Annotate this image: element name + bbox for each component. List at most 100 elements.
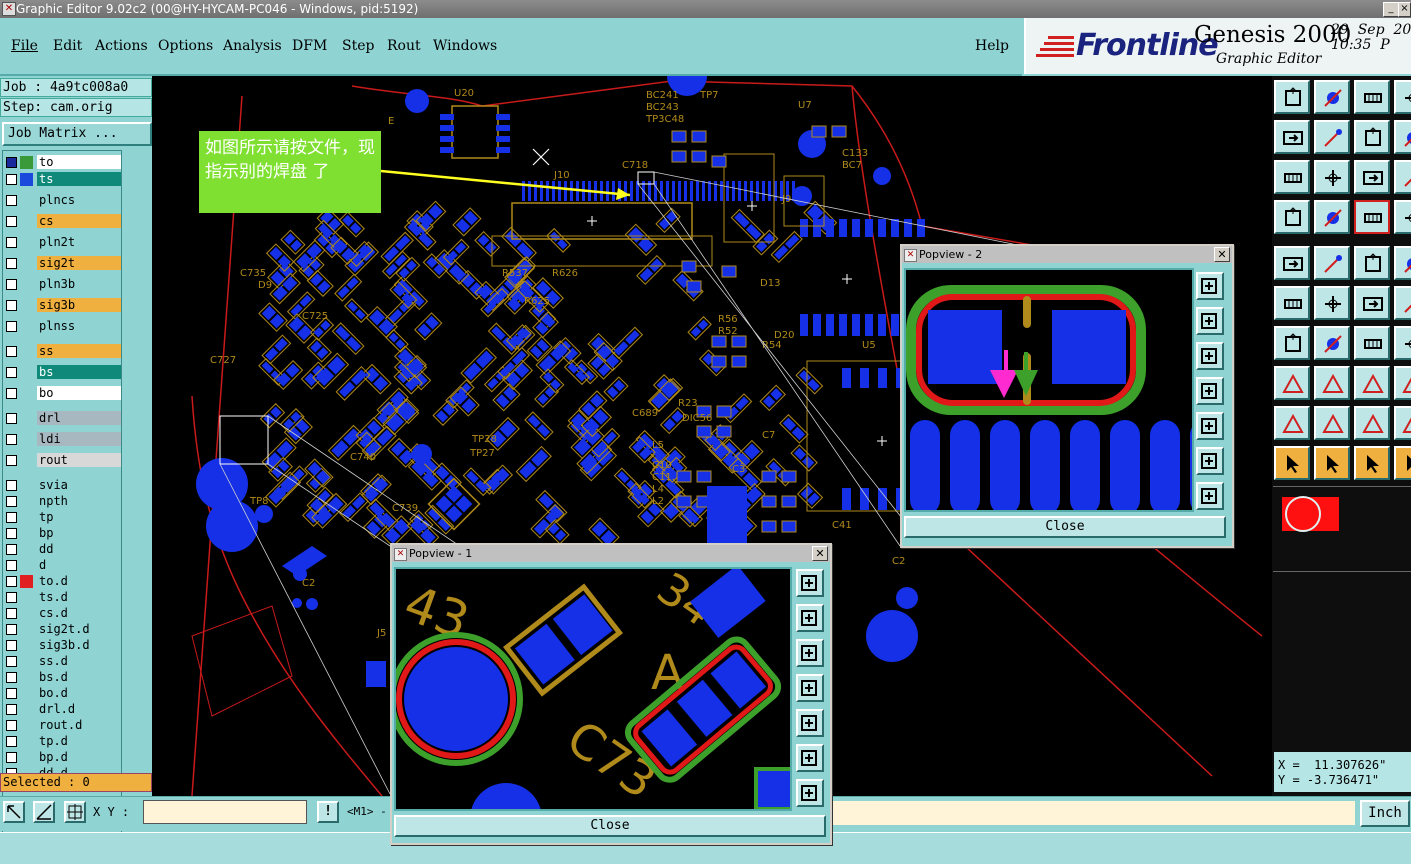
layer-row-sig2t.d[interactable]: sig2t.d <box>3 622 121 637</box>
layer-name[interactable]: rout <box>37 453 121 467</box>
layer-name[interactable]: bs <box>37 365 121 379</box>
layer-name[interactable]: to <box>37 155 121 169</box>
layer-row-bs.d[interactable]: bs.d <box>3 670 121 685</box>
layer-name[interactable]: pln3b <box>37 277 121 291</box>
minimize-button[interactable]: _ <box>1383 2 1399 17</box>
layer-checkbox[interactable] <box>6 480 17 491</box>
layer-checkbox[interactable] <box>6 720 17 731</box>
tri-icon[interactable] <box>1274 406 1310 440</box>
zoom-out-icon[interactable] <box>1196 342 1224 370</box>
layer-name[interactable]: pln2t <box>37 235 121 249</box>
layer-row-rout.d[interactable]: rout.d <box>3 718 121 733</box>
popview-2-close-icon[interactable]: ✕ <box>1214 247 1230 262</box>
center-view-icon[interactable] <box>796 779 824 807</box>
layer-name[interactable]: sig3b <box>37 298 121 312</box>
layer-name[interactable]: plncs <box>37 193 121 207</box>
node-icon[interactable] <box>1274 246 1310 280</box>
layer-name[interactable]: tp.d <box>37 734 121 748</box>
layer-checkbox[interactable] <box>6 216 17 227</box>
layer-row-dd[interactable]: dd <box>3 542 121 557</box>
layer-row-to.d[interactable]: to.d <box>3 574 121 589</box>
pan-left-icon[interactable] <box>1274 120 1310 154</box>
menu-analysis[interactable]: Analysis <box>223 38 282 54</box>
tool-icon[interactable] <box>1274 200 1310 234</box>
fill-mode-icon[interactable] <box>1314 246 1350 280</box>
zoom-window-icon[interactable] <box>796 569 824 597</box>
layer-name[interactable]: ss <box>37 344 121 358</box>
zoom-in-icon[interactable] <box>1196 307 1224 335</box>
zoom-out-icon[interactable] <box>1314 80 1350 114</box>
layer-name[interactable]: drl <box>37 411 121 425</box>
close-window-button[interactable]: × <box>1398 2 1411 17</box>
popview-1-close-button[interactable]: Close <box>394 815 826 837</box>
pan-right-icon[interactable] <box>1196 412 1224 440</box>
layer-checkbox[interactable] <box>6 592 17 603</box>
layer-checkbox[interactable] <box>6 174 17 185</box>
layer-name[interactable]: sig2t.d <box>37 622 121 636</box>
edit-line-icon[interactable] <box>1274 326 1310 360</box>
tri4-icon[interactable] <box>1394 406 1411 440</box>
layer-row-ts.d[interactable]: ts.d <box>3 590 121 605</box>
layer-checkbox[interactable] <box>6 388 17 399</box>
ratio-icon[interactable] <box>1354 160 1390 194</box>
zoom-page-icon[interactable] <box>1394 120 1411 154</box>
layer-row-rout[interactable]: rout <box>3 453 121 468</box>
layer-row-drl.d[interactable]: drl.d <box>3 702 121 717</box>
layer-name[interactable]: ldi <box>37 432 121 446</box>
layer-checkbox[interactable] <box>6 640 17 651</box>
layer-checkbox[interactable] <box>6 688 17 699</box>
popview-1-close-icon[interactable]: ✕ <box>812 546 828 561</box>
layer-checkbox[interactable] <box>6 300 17 311</box>
slant-line-icon[interactable] <box>1314 326 1350 360</box>
menu-step[interactable]: Step <box>342 38 374 54</box>
display-icon[interactable] <box>1394 200 1411 234</box>
layer-row-plnss[interactable]: plnss <box>3 319 121 334</box>
menu-rout[interactable]: Rout <box>387 38 421 54</box>
layer-name[interactable]: bs.d <box>37 670 121 684</box>
popview-2-close-button[interactable]: Close <box>904 516 1226 538</box>
layer-row-tp[interactable]: tp <box>3 510 121 525</box>
layer-checkbox[interactable] <box>6 704 17 715</box>
menu-file[interactable]: File <box>11 38 38 54</box>
layer-row-tp.d[interactable]: tp.d <box>3 734 121 749</box>
ruler-icon[interactable] <box>1354 246 1390 280</box>
layer-row-bp[interactable]: bp <box>3 526 121 541</box>
menu-edit[interactable]: Edit <box>53 38 82 54</box>
layer-checkbox[interactable] <box>6 258 17 269</box>
pan-left-icon[interactable] <box>1196 377 1224 405</box>
add-line-icon[interactable] <box>1354 286 1390 320</box>
tri2-icon[interactable] <box>1314 406 1350 440</box>
layers-icon[interactable] <box>1354 200 1390 234</box>
layer-name[interactable]: ts.d <box>37 590 121 604</box>
clear-icon[interactable] <box>1394 160 1411 194</box>
select2-icon[interactable] <box>1314 446 1350 480</box>
layer-row-pln2t[interactable]: pln2t <box>3 235 121 250</box>
menu-dfm[interactable]: DFM <box>292 38 327 54</box>
layer-name[interactable]: cs.d <box>37 606 121 620</box>
layer-row-plncs[interactable]: plncs <box>3 193 121 208</box>
layer-name[interactable]: cs <box>37 214 121 228</box>
popview-1-view[interactable]: 43 34 A C73 <box>394 567 792 811</box>
layer-name[interactable]: dd <box>37 542 121 556</box>
snap-mode-icon[interactable] <box>3 801 25 823</box>
fit-view-icon[interactable] <box>1196 447 1224 475</box>
layer-row-cs.d[interactable]: cs.d <box>3 606 121 621</box>
layer-checkbox[interactable] <box>6 413 17 424</box>
house-icon[interactable] <box>1354 80 1390 114</box>
layer-row-pln3b[interactable]: pln3b <box>3 277 121 292</box>
exclaim-button[interactable]: ! <box>317 801 339 823</box>
layer-checkbox[interactable] <box>6 528 17 539</box>
sym-icon[interactable] <box>1354 366 1390 400</box>
layer-row-ldi[interactable]: ldi <box>3 432 121 447</box>
layer-checkbox[interactable] <box>6 512 17 523</box>
pan-right-icon[interactable] <box>796 709 824 737</box>
layer-name[interactable]: drl.d <box>37 702 121 716</box>
menu-windows[interactable]: Windows <box>433 38 497 54</box>
cross-icon[interactable] <box>1314 286 1350 320</box>
layer-checkbox[interactable] <box>6 624 17 635</box>
layer-checkbox[interactable] <box>6 576 17 587</box>
layer-name[interactable]: npth <box>37 494 121 508</box>
layer-row-bp.d[interactable]: bp.d <box>3 750 121 765</box>
layer-row-bs[interactable]: bs <box>3 365 121 380</box>
layer-row-drl[interactable]: drl <box>3 411 121 426</box>
